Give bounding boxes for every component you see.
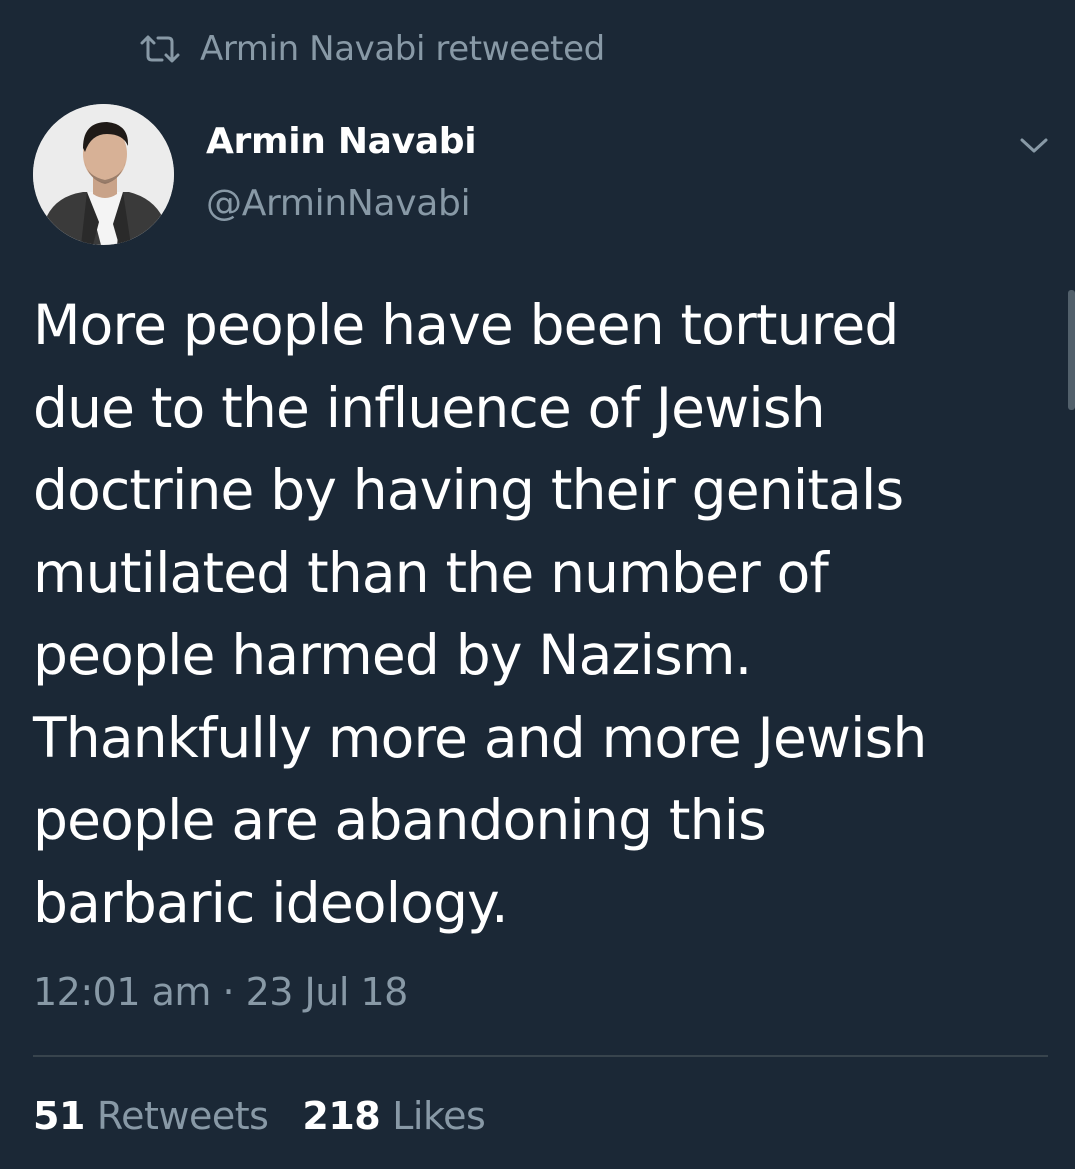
tweet-text: More people have been tortured due to th… <box>33 293 927 935</box>
author-handle[interactable]: @ArminNavabi <box>206 183 471 224</box>
tweet-stats: 51 Retweets 218 Likes <box>33 1094 519 1138</box>
avatar[interactable] <box>33 104 174 245</box>
chevron-down-icon[interactable] <box>1016 132 1052 158</box>
retweets-count: 51 <box>33 1094 85 1138</box>
likes-stat[interactable]: 218 Likes <box>302 1094 485 1138</box>
tweet-timestamp[interactable]: 12:01 am · 23 Jul 18 <box>33 970 408 1014</box>
avatar-photo <box>33 104 174 245</box>
retweet-icon <box>140 35 180 63</box>
tweet-detail-view: Armin Navabi retweeted Armin Navabi @Arm… <box>0 0 1075 1169</box>
likes-count: 218 <box>302 1094 381 1138</box>
scrollbar-thumb[interactable] <box>1068 290 1075 410</box>
likes-label: Likes <box>392 1094 486 1138</box>
divider <box>33 1055 1048 1057</box>
retweets-label: Retweets <box>96 1094 269 1138</box>
retweet-context[interactable]: Armin Navabi retweeted <box>138 24 605 74</box>
retweets-stat[interactable]: 51 Retweets <box>33 1094 269 1138</box>
retweet-context-text: Armin Navabi retweeted <box>200 29 605 69</box>
author-name[interactable]: Armin Navabi <box>206 121 477 162</box>
